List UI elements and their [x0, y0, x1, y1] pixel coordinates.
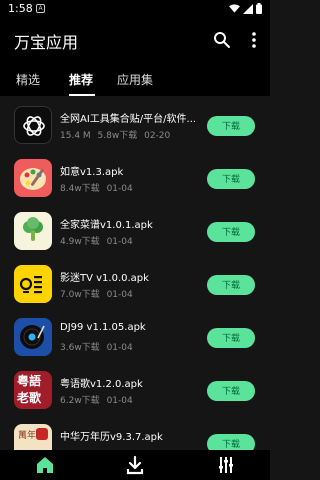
list-item[interactable]: 影迷TV v1.0.0.apk 7.0w下载 01-04 下载	[0, 257, 270, 309]
list-item[interactable]: 全网AI工具集合贴/平台/软件... 15.4 M 5.8w下载 02-20 下…	[0, 98, 270, 150]
app-name: 如意v1.3.apk	[60, 167, 124, 178]
app-date: 02-20	[144, 131, 171, 141]
app-date: 01-04	[106, 184, 133, 194]
palette-icon	[14, 159, 52, 197]
app-title: 万宝应用	[14, 33, 79, 52]
tab-bar: 精选 推荐 应用集	[0, 62, 270, 96]
download-icon[interactable]	[125, 455, 145, 475]
calendar-icon: 萬年	[14, 424, 52, 450]
app-name: 影迷TV v1.0.0.apk	[60, 273, 149, 284]
app-date: 01-04	[106, 237, 133, 247]
home-icon[interactable]	[35, 455, 55, 475]
status-bar: 1:58 A	[0, 0, 270, 18]
calendar-seal	[36, 428, 48, 440]
app-name: DJ99 v1.1.05.apk	[60, 322, 146, 333]
icon-text-top: 粤語	[17, 374, 42, 388]
app-meta: 15.4 M 5.8w下载 02-20	[60, 128, 174, 141]
app-downloads: 6.2w下载	[60, 396, 100, 406]
app-name: 粤语歌v1.2.0.apk	[60, 379, 143, 390]
app-downloads: 3.6w下载	[60, 343, 100, 353]
notification-badge: A	[36, 4, 45, 13]
app-name: 全家菜谱v1.0.1.apk	[60, 220, 153, 231]
wifi-icon	[229, 3, 240, 13]
search-icon[interactable]	[212, 30, 232, 50]
list-item[interactable]: DJ99 v1.1.05.apk 3.6w下载 01-04 下载	[0, 310, 270, 362]
download-button[interactable]: 下载	[207, 222, 255, 242]
app-date: 01-04	[106, 343, 133, 353]
broccoli-icon	[14, 212, 52, 250]
icon-text-calendar: 萬年	[18, 431, 37, 441]
app-downloads: 8.4w下载	[60, 184, 100, 194]
battery-icon	[256, 3, 262, 14]
app-bar: 万宝应用	[0, 18, 270, 62]
list-item[interactable]: 如意v1.3.apk 8.4w下载 01-04 下载	[0, 151, 270, 203]
app-downloads: 7.0w下载	[60, 290, 100, 300]
list-item[interactable]: 萬年 中华万年历v9.3.7.apk 下载	[0, 416, 270, 450]
download-button[interactable]: 下载	[207, 169, 255, 189]
bottom-navigation	[0, 450, 270, 480]
download-button[interactable]: 下载	[207, 116, 255, 136]
tab-recommended[interactable]: 推荐	[69, 71, 93, 88]
app-list: 全网AI工具集合贴/平台/软件... 15.4 M 5.8w下载 02-20 下…	[0, 96, 270, 450]
download-button[interactable]: 下载	[207, 381, 255, 401]
app-date: 01-04	[106, 396, 133, 406]
icon-text-bottom: 老歌	[17, 391, 42, 405]
equalizer-icon[interactable]	[216, 455, 236, 475]
app-name: 中华万年历v9.3.7.apk	[60, 432, 163, 443]
tab-featured[interactable]: 精选	[16, 71, 40, 88]
list-item[interactable]: 粤語 老歌 粤语歌v1.2.0.apk 6.2w下载 01-04 下载	[0, 363, 270, 415]
tab-collections[interactable]: 应用集	[117, 71, 153, 88]
download-button[interactable]: 下载	[207, 434, 255, 450]
app-downloads: 5.8w下载	[97, 131, 138, 141]
app-downloads: 4.9w下载	[60, 237, 100, 247]
openai-logo-icon	[14, 106, 52, 144]
app-meta: 6.2w下载 01-04	[60, 393, 137, 406]
download-button[interactable]: 下载	[207, 275, 255, 295]
app-meta: 7.0w下载 01-04	[60, 287, 137, 300]
signal-icon	[243, 3, 253, 14]
app-meta: 4.9w下载 01-04	[60, 234, 137, 247]
app-name: 全网AI工具集合贴/平台/软件...	[60, 114, 197, 125]
vinyl-record-icon	[14, 318, 52, 356]
app-meta: 8.4w下载 01-04	[60, 181, 137, 194]
app-meta: 3.6w下载 01-04	[60, 340, 137, 353]
list-item[interactable]: 全家菜谱v1.0.1.apk 4.9w下载 01-04 下载	[0, 204, 270, 256]
download-button[interactable]: 下载	[207, 328, 255, 348]
status-icons	[229, 3, 262, 14]
cantonese-song-icon: 粤語 老歌	[14, 371, 52, 409]
tv-icon	[14, 265, 52, 303]
app-date: 01-04	[106, 290, 133, 300]
status-time: 1:58	[8, 2, 33, 15]
app-size: 15.4 M	[60, 131, 91, 141]
more-options-icon[interactable]	[244, 30, 264, 50]
